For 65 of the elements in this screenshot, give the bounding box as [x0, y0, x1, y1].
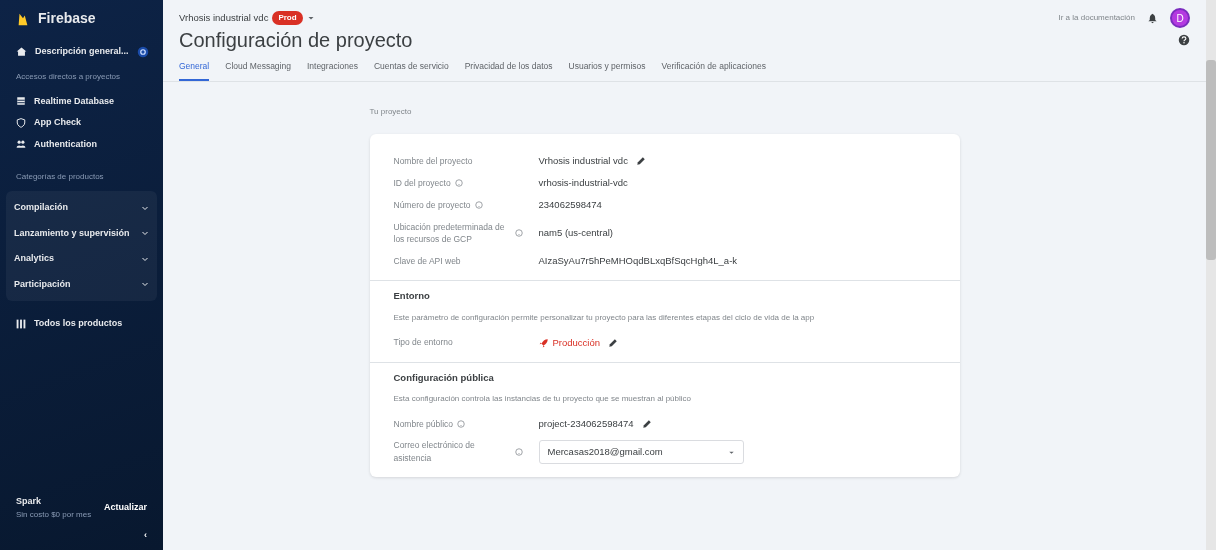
pencil-icon[interactable] — [635, 155, 646, 166]
collapse-button[interactable]: ‹ — [144, 528, 147, 542]
tab[interactable]: Cloud Messaging — [225, 56, 291, 81]
category-item[interactable]: Participación — [6, 271, 157, 297]
category-item[interactable]: Analytics — [6, 246, 157, 272]
field-value: AIzaSyAu7r5hPeMHOqdBLxqBfSqcHgh4L_a-k — [538, 254, 738, 268]
tab[interactable]: General — [179, 56, 210, 81]
field-label: Clave de API web — [393, 254, 461, 268]
home-icon — [16, 46, 27, 58]
grid-icon — [16, 318, 26, 329]
bell-icon[interactable] — [1147, 12, 1158, 24]
scrollbar[interactable] — [1206, 0, 1216, 550]
section-description: Este parámetro de configuración permite personalizar tu proyecto para las diferentes etapas del ciclo de vida de la app — [393, 311, 816, 324]
settings-icon[interactable] — [136, 45, 149, 58]
email-select[interactable]: Mercasas2018@gmail.com — [538, 439, 744, 465]
section-heading: Accesos directos a proyectos — [15, 70, 122, 83]
section-heading: Categorías de productos — [15, 171, 105, 183]
field-value: Vrhosis industrial vdc — [538, 153, 628, 168]
field-label: Tipo de entorno — [393, 336, 453, 349]
help-icon[interactable] — [1178, 34, 1190, 46]
plan-price: Sin costo $0 por mes — [16, 508, 92, 521]
tab[interactable]: Integraciones — [306, 56, 358, 81]
tab[interactable]: Usuarios y permisos — [568, 56, 646, 81]
sidebar-item[interactable]: Realtime Database — [34, 94, 115, 108]
tab[interactable]: Verificación de aplicaciones — [661, 56, 766, 81]
docs-link[interactable]: Ir a la documentación — [1058, 12, 1135, 24]
chevron-icon — [141, 229, 149, 238]
field-value: 234062598474 — [538, 198, 602, 213]
field-label: Correo electrónico de asistencia — [393, 439, 476, 465]
caret-icon[interactable] — [306, 14, 315, 22]
database-icon — [16, 96, 26, 107]
environment-value: Producción — [552, 335, 601, 350]
tab[interactable]: Cuentas de servicio — [374, 56, 449, 81]
all-products-link[interactable]: Todos los productos — [34, 317, 123, 331]
section-description: Esta configuración controla las instancias de tu proyecto que se muestran al público — [393, 393, 692, 405]
chevron-icon — [141, 280, 149, 289]
field-label: Nombre del proyecto — [393, 154, 473, 168]
shield-icon — [16, 117, 26, 128]
field-label: Nombre público — [393, 417, 454, 431]
field-label: Número de proyecto — [393, 199, 471, 212]
sidebar-item[interactable]: Authentication — [34, 137, 97, 151]
category-item[interactable]: Compilación — [6, 195, 157, 221]
section-heading: Configuración pública — [393, 370, 495, 385]
field-value: project-234062598474 — [538, 417, 634, 431]
field-value: vrhosis-industrial-vdc — [538, 176, 628, 190]
field-label: Ubicación predeterminada de los recursos de GCP — [393, 220, 506, 246]
account-avatar[interactable]: D — [1170, 8, 1190, 28]
pencil-icon[interactable] — [641, 419, 652, 430]
project-selector[interactable]: Vrhosis industrial vdc — [179, 10, 269, 26]
environment-badge: Prod — [272, 11, 303, 25]
category-item[interactable]: Lanzamiento y supervisión — [6, 220, 157, 246]
sidebar-item[interactable]: App Check — [34, 116, 81, 130]
page-title: Configuración de proyecto — [179, 28, 413, 52]
plan-name: Spark — [16, 495, 42, 508]
rocket-icon — [538, 337, 549, 348]
tab[interactable]: Privacidad de los datos — [464, 56, 553, 81]
upgrade-button[interactable]: Actualizar — [104, 501, 147, 515]
field-value: nam5 (us-central) — [538, 226, 613, 241]
pencil-icon[interactable] — [608, 337, 619, 348]
users-icon — [16, 139, 26, 150]
section-title: Tu proyecto — [369, 105, 413, 118]
field-label: ID del proyecto — [393, 176, 451, 190]
section-heading: Entorno — [393, 289, 431, 304]
brand-name: Firebase — [38, 9, 96, 28]
overview-link[interactable]: Descripción general... — [35, 45, 129, 59]
